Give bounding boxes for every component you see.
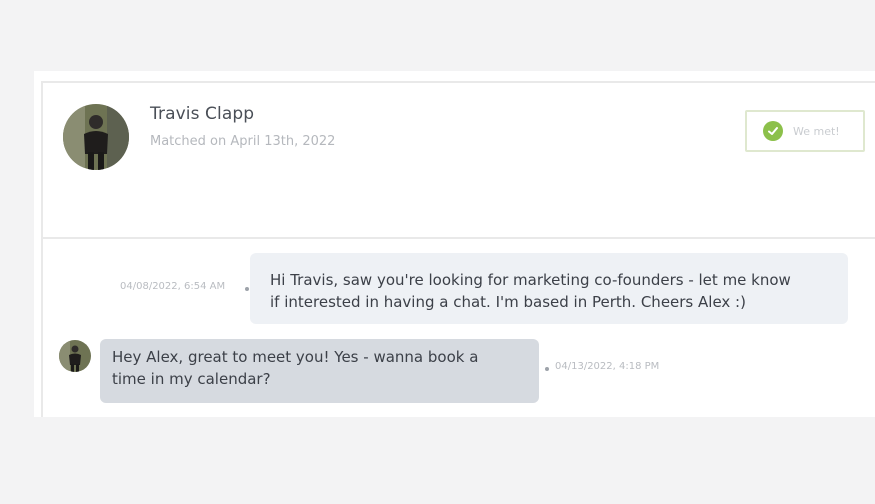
sender-avatar[interactable] xyxy=(59,340,91,372)
outgoing-message-bubble: Hi Travis, saw you're looking for market… xyxy=(250,253,848,324)
message-line: time in my calendar? xyxy=(112,370,271,388)
message-timestamp: 04/13/2022, 4:18 PM xyxy=(555,361,660,372)
we-met-button[interactable]: We met! xyxy=(745,110,865,152)
match-avatar[interactable] xyxy=(63,104,129,170)
header-divider xyxy=(41,237,875,239)
match-date: Matched on April 13th, 2022 xyxy=(150,134,336,149)
message-timestamp: 04/08/2022, 6:54 AM xyxy=(120,281,226,292)
person-photo-icon xyxy=(63,104,129,170)
we-met-label: We met! xyxy=(793,124,840,138)
message-line: if interested in having a chat. I'm base… xyxy=(270,293,746,311)
person-photo-icon xyxy=(59,340,91,372)
message-line: Hey Alex, great to meet you! Yes - wanna… xyxy=(112,348,479,366)
match-name: Travis Clapp xyxy=(150,104,255,124)
message-dot xyxy=(545,367,549,371)
check-circle-icon xyxy=(763,121,783,141)
incoming-message-bubble: Hey Alex, great to meet you! Yes - wanna… xyxy=(100,339,539,403)
message-dot xyxy=(245,287,249,291)
message-line: Hi Travis, saw you're looking for market… xyxy=(270,271,791,289)
